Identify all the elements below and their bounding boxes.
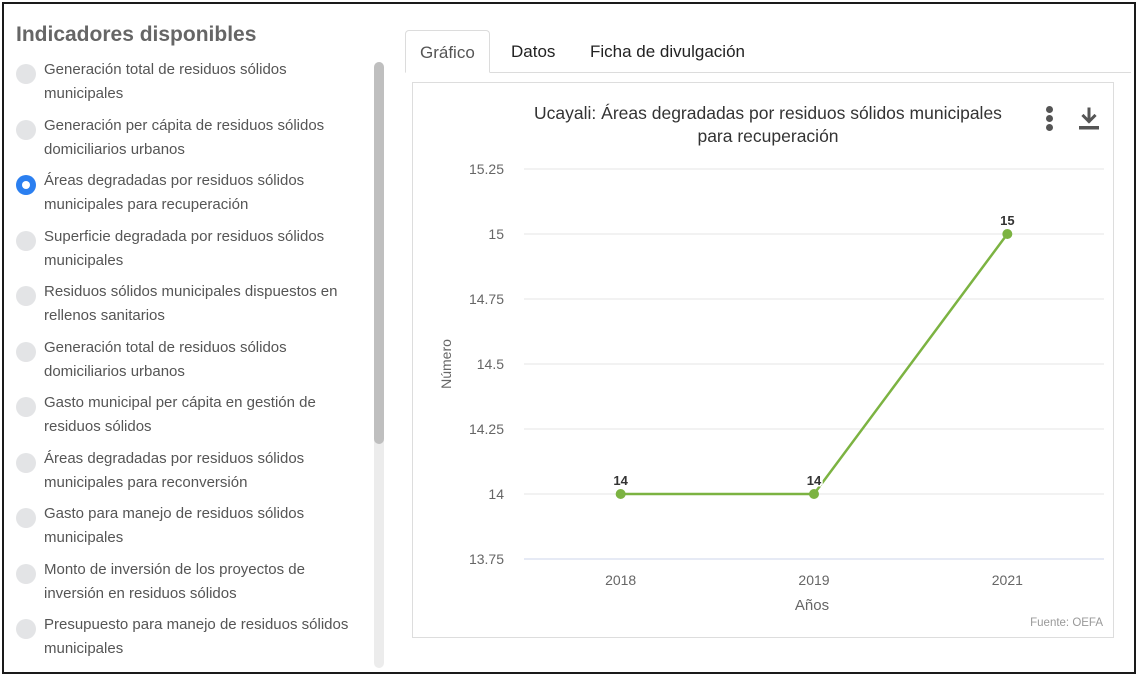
chart-title-line1: Ucayali: Áreas degradadas por residuos s… — [534, 103, 1002, 123]
series-layer: 14 14 15 — [612, 212, 1016, 499]
chart-title-line2: para recuperación — [697, 126, 838, 146]
line-chart: Ucayali: Áreas degradadas por residuos s… — [438, 103, 1104, 629]
x-axis-label: Años — [795, 597, 829, 614]
download-icon[interactable] — [1076, 106, 1102, 132]
vertical-dots-icon[interactable] — [1043, 106, 1055, 134]
y-tick-label: 14.25 — [469, 421, 504, 437]
x-tick-label: 2019 — [798, 572, 829, 588]
data-point[interactable] — [1002, 229, 1013, 239]
x-tick-label: 2018 — [605, 572, 636, 588]
y-tick-label: 14.75 — [469, 291, 504, 307]
data-point[interactable] — [615, 489, 626, 499]
y-tick-label: 13.75 — [469, 551, 504, 567]
chart-credit: Fuente: OEFA — [1030, 617, 1103, 629]
y-tick-label: 15.25 — [469, 161, 504, 177]
x-tick-labels: 2018 2019 2021 — [605, 572, 1023, 588]
y-tick-label: 14.5 — [477, 356, 504, 372]
data-label: 14 — [807, 473, 822, 488]
data-label: 15 — [1000, 213, 1014, 228]
data-point[interactable] — [809, 489, 819, 499]
y-axis-label: Número — [438, 339, 454, 389]
y-tick-labels: 15.25 15 14.75 14.5 14.25 14 13.75 — [469, 161, 504, 567]
x-tick-label: 2021 — [992, 572, 1023, 588]
data-label: 14 — [613, 473, 628, 488]
y-tick-label: 15 — [488, 226, 504, 242]
grid-layer — [524, 168, 1104, 560]
y-tick-label: 14 — [488, 486, 504, 502]
